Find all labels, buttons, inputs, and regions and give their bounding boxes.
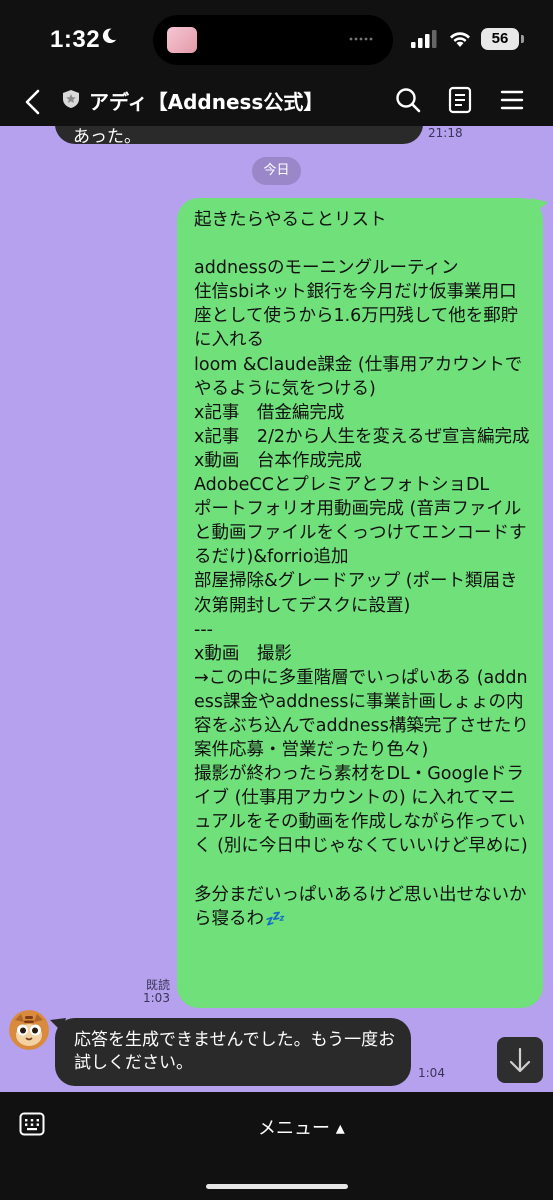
sent-message-time: 1:03 [143,991,170,1005]
menu-icon[interactable] [500,88,524,112]
chat-area[interactable]: あった。 21:18 今日 起きたらやることリスト addnessのモーニングル… [0,126,553,1092]
chat-header: アディ【Addness公式】 [0,80,553,126]
bubble-tail [530,198,548,214]
battery-indicator: 56 [481,28,524,50]
bot-avatar[interactable] [9,1010,49,1050]
activity-dots-icon [349,37,373,41]
rich-menu-toggle[interactable]: メニュー ▴ [258,1114,345,1140]
date-separator: 今日 [252,157,301,185]
moon-icon [102,28,117,44]
dynamic-island [153,15,393,65]
status-bar: 1:32 56 [0,0,553,80]
shield-icon [63,90,79,108]
back-icon[interactable] [20,86,48,118]
wifi-icon [450,32,470,47]
previous-message-bubble[interactable]: あった。 [55,126,423,147]
sleeping-emoji: 💤 [264,908,284,928]
sent-message-text: 起きたらやることリスト addnessのモーニングルーティン 住信sbiネット銀… [194,208,530,931]
now-playing-app-icon [167,27,197,53]
received-message-text: 応答を生成できませんでした。もう一度お試しください。 [74,1030,396,1073]
arrow-down-icon [509,1047,531,1073]
chat-title: アディ【Addness公式】 [89,90,324,114]
received-message-time: 1:04 [418,1066,445,1080]
home-indicator [206,1184,348,1189]
scroll-to-bottom-button[interactable] [497,1037,543,1083]
clock: 1:32 [50,26,101,53]
signal-icon [411,30,437,48]
sent-message-body: 起きたらやることリスト addnessのモーニングルーティン 住信sbiネット銀… [194,210,530,929]
previous-message-time: 21:18 [428,126,463,140]
keyboard-icon[interactable] [19,1112,45,1136]
previous-message-text: あった。 [73,127,141,147]
bottom-menu-bar: メニュー ▴ [0,1092,553,1200]
notes-icon[interactable] [448,86,472,114]
search-icon[interactable] [394,86,422,114]
